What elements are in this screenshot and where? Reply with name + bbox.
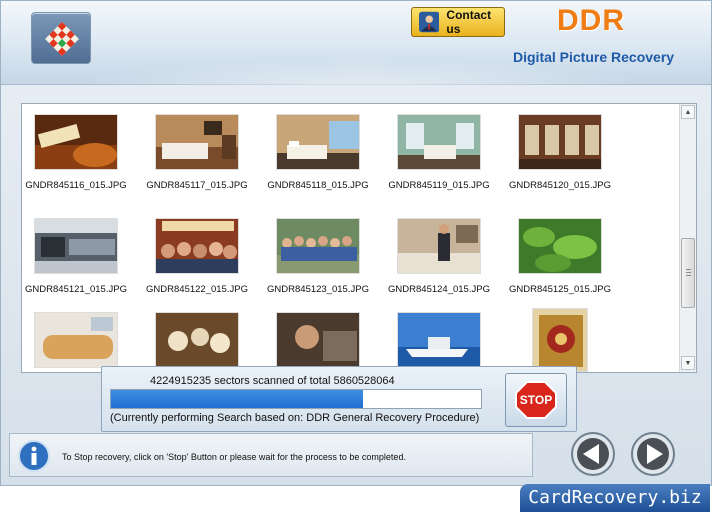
file-name: GNDR845120_015.JPG	[509, 180, 611, 191]
file-thumbnail[interactable]	[518, 218, 602, 274]
file-name: GNDR845124_015.JPG	[388, 284, 490, 295]
app-subtitle: Digital Picture Recovery	[513, 49, 675, 65]
sectors-scanned-text: 4224915235 sectors scanned of total 5860…	[150, 375, 395, 387]
file-thumbnail[interactable]	[397, 312, 481, 368]
stop-label: STOP	[520, 393, 552, 407]
file-thumbnail[interactable]	[518, 114, 602, 170]
checker-logo-icon	[45, 22, 79, 56]
header-banner: Contact us DDR Digital Picture Recovery	[1, 1, 711, 85]
photo-thumbnail-image	[533, 309, 587, 371]
app-logo	[31, 12, 91, 64]
photo-thumbnail-image	[398, 219, 480, 273]
stop-sign-icon: STOP	[515, 381, 557, 419]
file-thumbnail[interactable]	[397, 218, 481, 274]
file-thumbnail[interactable]	[155, 114, 239, 170]
file-name: GNDR845119_015.JPG	[388, 180, 490, 191]
scan-progress-bar	[110, 389, 482, 409]
scroll-up-button[interactable]: ▲	[681, 105, 695, 119]
scan-progress-fill	[111, 390, 363, 408]
scroll-down-button[interactable]: ▼	[681, 356, 695, 370]
file-name: GNDR845117_015.JPG	[146, 180, 248, 191]
back-button[interactable]	[569, 431, 617, 477]
vertical-scrollbar[interactable]: ▲ ▼	[679, 104, 696, 372]
next-button[interactable]	[629, 431, 677, 477]
thumbnail-grid: GNDR845116_015.JPG GNDR845117_015.JPG GN…	[22, 104, 678, 372]
photo-thumbnail-image	[35, 115, 117, 169]
file-thumbnail[interactable]	[34, 218, 118, 274]
photo-thumbnail-image	[277, 313, 359, 367]
file-thumbnail[interactable]	[155, 218, 239, 274]
contact-us-button[interactable]: Contact us	[411, 7, 505, 37]
photo-thumbnail-image	[156, 313, 238, 367]
file-name: GNDR845125_015.JPG	[509, 284, 611, 295]
status-bar: To Stop recovery, click on 'Stop' Button…	[9, 433, 533, 477]
recovered-files-panel: GNDR845116_015.JPG GNDR845117_015.JPG GN…	[21, 103, 697, 373]
scan-progress-dialog: 4224915235 sectors scanned of total 5860…	[101, 366, 577, 432]
file-name: GNDR845121_015.JPG	[25, 284, 127, 295]
stop-button[interactable]: STOP	[505, 373, 567, 427]
file-thumbnail[interactable]	[276, 312, 360, 368]
arrow-right-icon	[631, 432, 675, 476]
file-thumbnail[interactable]	[34, 114, 118, 170]
file-thumbnail[interactable]	[532, 308, 588, 372]
photo-thumbnail-image	[156, 219, 238, 273]
support-person-icon	[419, 11, 440, 33]
file-thumbnail[interactable]	[155, 312, 239, 368]
photo-thumbnail-image	[398, 115, 480, 169]
scroll-thumb[interactable]	[681, 238, 695, 308]
info-icon	[18, 440, 50, 472]
photo-thumbnail-image	[398, 313, 480, 367]
brand-logo-text: DDR	[557, 4, 625, 37]
photo-thumbnail-image	[277, 219, 359, 273]
file-name: GNDR845118_015.JPG	[267, 180, 369, 191]
photo-thumbnail-image	[277, 115, 359, 169]
app-window: Contact us DDR Digital Picture Recovery …	[0, 0, 712, 486]
arrow-left-icon	[571, 432, 615, 476]
photo-thumbnail-image	[156, 115, 238, 169]
file-thumbnail[interactable]	[34, 312, 118, 368]
file-name: GNDR845116_015.JPG	[25, 180, 127, 191]
photo-thumbnail-image	[35, 313, 117, 367]
file-name: GNDR845122_015.JPG	[146, 284, 248, 295]
status-message: To Stop recovery, click on 'Stop' Button…	[62, 452, 406, 462]
search-method-text: (Currently performing Search based on: D…	[110, 412, 480, 424]
contact-us-label: Contact us	[446, 8, 492, 36]
file-thumbnail[interactable]	[397, 114, 481, 170]
photo-thumbnail-image	[519, 115, 601, 169]
file-name: GNDR845123_015.JPG	[267, 284, 369, 295]
file-thumbnail[interactable]	[276, 114, 360, 170]
footer-website-banner: CardRecovery.biz	[520, 484, 710, 512]
file-thumbnail[interactable]	[276, 218, 360, 274]
photo-thumbnail-image	[35, 219, 117, 273]
photo-thumbnail-image	[519, 219, 601, 273]
